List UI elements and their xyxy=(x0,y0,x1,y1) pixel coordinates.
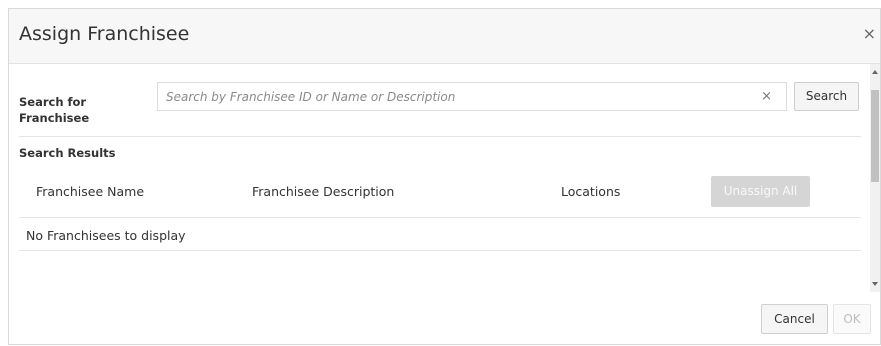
divider xyxy=(19,217,861,218)
search-input[interactable] xyxy=(166,83,746,110)
empty-results-message: No Franchisees to display xyxy=(26,228,186,243)
unassign-all-button[interactable]: Unassign All xyxy=(711,176,810,207)
cancel-button[interactable]: Cancel xyxy=(761,304,828,334)
column-header-locations[interactable]: Locations xyxy=(561,184,620,199)
divider xyxy=(19,136,861,137)
ok-button[interactable]: OK xyxy=(833,304,871,334)
scroll-up-arrow-icon[interactable] xyxy=(872,70,878,74)
clear-search-icon[interactable]: × xyxy=(761,89,772,104)
search-label: Search for Franchisee xyxy=(19,95,90,125)
column-header-franchisee-description[interactable]: Franchisee Description xyxy=(252,184,394,199)
close-icon[interactable]: × xyxy=(863,24,876,44)
dialog-body: Search for Franchisee × Search Search Re… xyxy=(9,64,880,292)
dialog-footer: Cancel OK xyxy=(9,292,880,346)
search-field: × xyxy=(157,82,787,111)
scroll-thumb[interactable] xyxy=(871,90,879,182)
scroll-down-arrow-icon[interactable] xyxy=(872,282,878,286)
assign-franchisee-dialog: Assign Franchisee × Search for Franchise… xyxy=(8,8,881,345)
vertical-scrollbar[interactable] xyxy=(870,64,880,292)
divider xyxy=(19,250,861,251)
search-button[interactable]: Search xyxy=(794,82,859,111)
dialog-title: Assign Franchisee xyxy=(19,23,190,45)
search-results-label: Search Results xyxy=(19,146,116,160)
column-header-franchisee-name[interactable]: Franchisee Name xyxy=(36,184,144,199)
dialog-header: Assign Franchisee × xyxy=(9,9,880,64)
